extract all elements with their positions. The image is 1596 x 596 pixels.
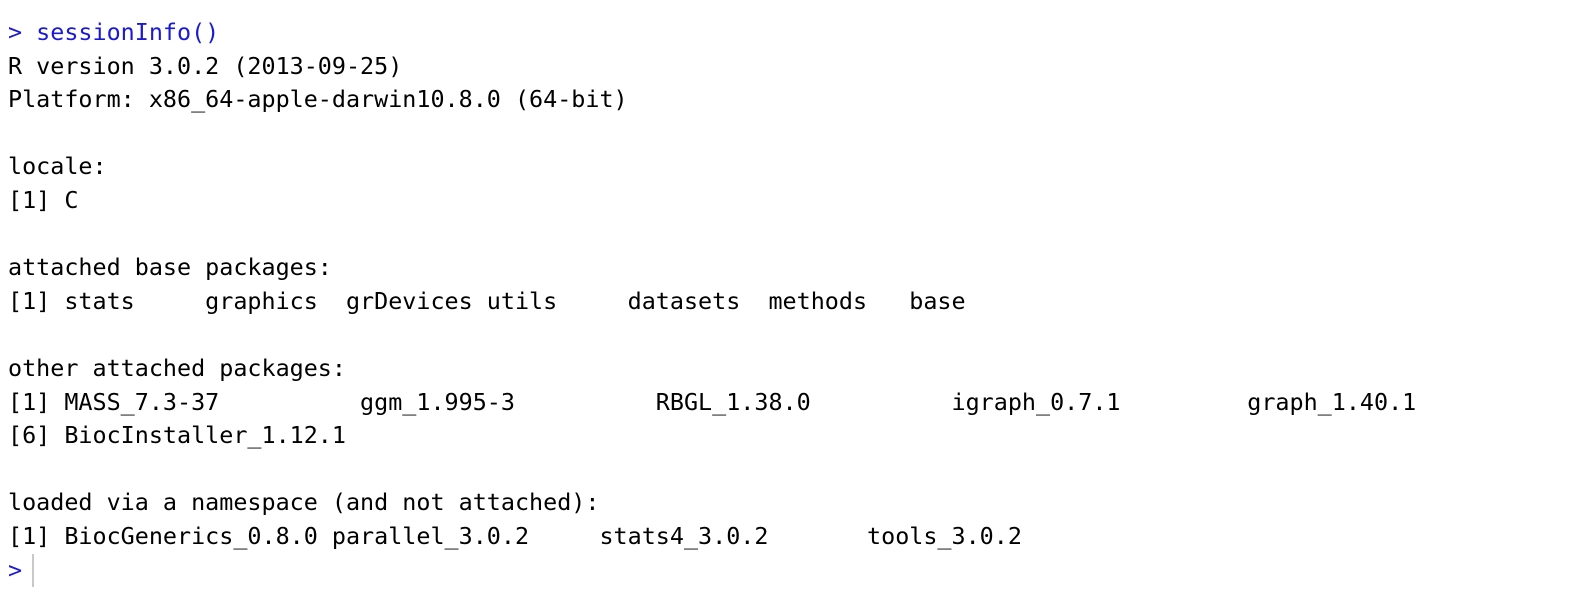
other-packages-header: other attached packages: bbox=[8, 353, 346, 382]
other-packages-line-2: [6] BiocInstaller_1.12.1 bbox=[8, 421, 346, 450]
input-line[interactable]: > bbox=[8, 553, 1588, 588]
prompt: > bbox=[8, 18, 37, 46]
platform-line: Platform: x86_64-apple-darwin10.8.0 (64-… bbox=[8, 85, 628, 114]
base-packages-header: attached base packages: bbox=[8, 253, 332, 282]
other-packages-line-1: [1] MASS_7.3-37 ggm_1.995-3 RBGL_1.38.0 … bbox=[8, 387, 1417, 416]
r-console[interactable]: > sessionInfo() R version 3.0.2 (2013-09… bbox=[8, 16, 1588, 592]
final-prompt: > bbox=[8, 555, 23, 584]
locale-value: [1] C bbox=[8, 185, 79, 214]
r-version-line: R version 3.0.2 (2013-09-25) bbox=[8, 51, 403, 80]
command-text: sessionInfo() bbox=[36, 18, 220, 46]
text-cursor[interactable] bbox=[32, 553, 35, 587]
namespace-line: [1] BiocGenerics_0.8.0 parallel_3.0.2 st… bbox=[8, 521, 1022, 550]
namespace-header: loaded via a namespace (and not attached… bbox=[8, 488, 600, 517]
base-packages-line: [1] stats graphics grDevices utils datas… bbox=[8, 286, 966, 315]
locale-header: locale: bbox=[8, 152, 107, 181]
command-line: > sessionInfo() bbox=[8, 16, 1588, 50]
